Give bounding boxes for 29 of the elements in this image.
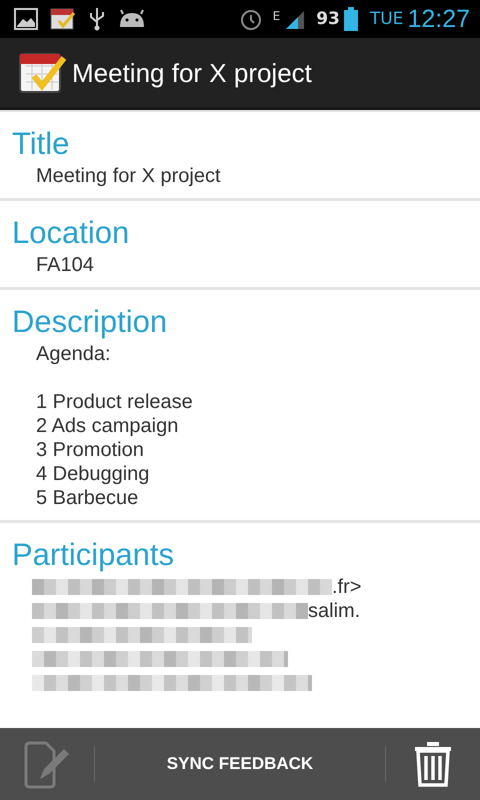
calendar-icon: [50, 7, 76, 31]
network-type: E: [272, 8, 280, 22]
battery-level: 93: [316, 9, 340, 29]
section-text: Agenda:: [36, 342, 112, 366]
section-text: 5 Barbecue: [36, 486, 140, 510]
section-heading: Location: [12, 214, 130, 252]
section-text: FA104: [36, 253, 95, 277]
calendar-icon[interactable]: [18, 50, 66, 96]
participant-text: salim.: [308, 599, 360, 623]
section-heading: Description: [12, 303, 168, 341]
usb-icon: [88, 7, 106, 31]
section-text: 2 Ads campaign: [36, 414, 180, 438]
section-text: 1 Product release: [36, 390, 194, 414]
participant-text: .fr>: [332, 575, 362, 599]
trash-icon: [413, 741, 453, 787]
battery-icon: [344, 7, 358, 31]
alarm-icon: [238, 7, 263, 31]
image-icon: [14, 8, 38, 30]
section-text: Meeting for X project: [36, 164, 222, 188]
robot-icon: [118, 9, 146, 29]
section-heading: Title: [12, 125, 70, 163]
status-day: TUE: [370, 9, 404, 29]
section-text: 3 Promotion: [36, 438, 145, 462]
screen-title: Meeting for X project: [72, 58, 312, 88]
section-heading: Participants: [12, 536, 175, 574]
section-text: 4 Debugging: [36, 462, 150, 486]
status-clock: 12:27: [407, 4, 470, 34]
edit-icon: [22, 739, 72, 789]
sync-feedback-button[interactable]: SYNC FEEDBACK: [95, 728, 385, 800]
